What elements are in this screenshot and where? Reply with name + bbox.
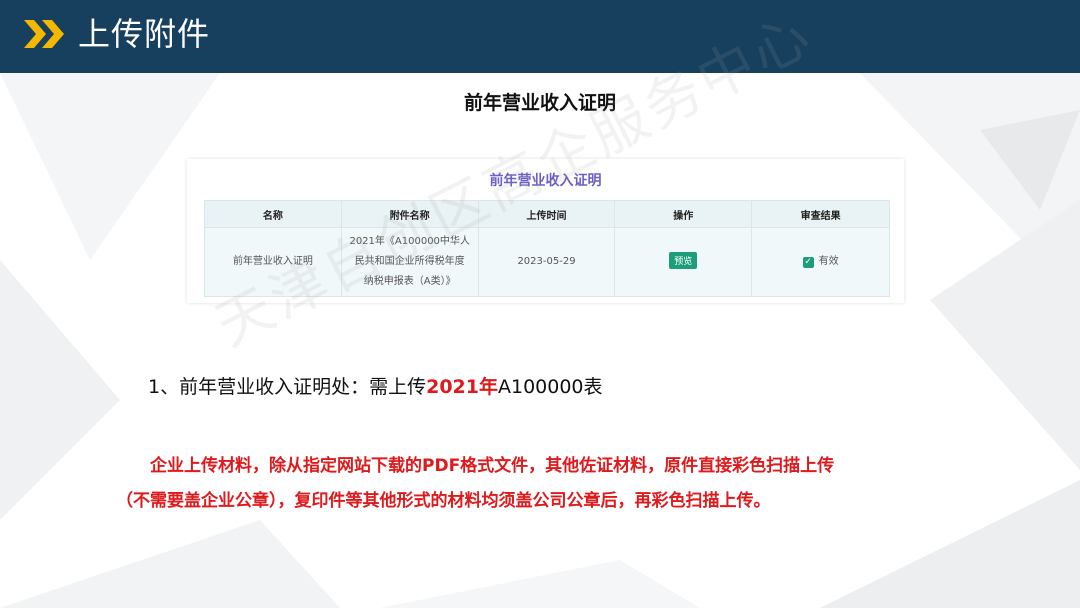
cell-action: 预览: [614, 227, 753, 297]
table-header-row: 名称 附件名称 上传时间 操作 审查结果: [204, 200, 890, 228]
step-suffix: A100000表: [497, 376, 603, 398]
result-label: 有效: [818, 256, 839, 268]
cell-result: ✓ 有效: [751, 227, 890, 297]
step-prefix: 1、前年营业收入证明处：需上传: [148, 376, 427, 398]
cell-upload-time: 2023-05-29: [477, 227, 616, 297]
notice-line-1: 企业上传材料，除从指定网站下载的PDF格式文件，其他佐证材料，原件直接彩色扫描上…: [150, 456, 835, 476]
notice-line-2: （不需要盖企业公章），复印件等其他形式的材料均须盖公司公章后，再彩色扫描上传。: [116, 491, 771, 511]
header-bar: 上传附件: [0, 0, 1080, 73]
step-highlight: 2021年: [426, 376, 498, 398]
column-header-name: 名称: [204, 200, 342, 228]
step-instruction: 1、前年营业收入证明处：需上传2021年A100000表: [148, 372, 603, 399]
column-header-action: 操作: [614, 200, 753, 228]
checkbox-checked-icon[interactable]: ✓: [802, 256, 814, 268]
column-header-result: 审查结果: [751, 200, 890, 228]
page-title: 前年营业收入证明: [463, 92, 616, 114]
double-chevron-icon: [24, 20, 64, 48]
result-status: ✓ 有效: [802, 252, 839, 272]
preview-button[interactable]: 预览: [669, 252, 698, 269]
header-title: 上传附件: [78, 15, 211, 53]
